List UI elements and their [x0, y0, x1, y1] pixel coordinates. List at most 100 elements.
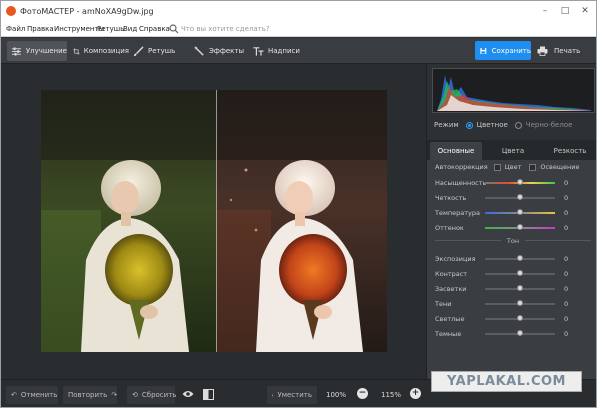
tab-retouch-label: Ретушь [148, 47, 176, 55]
text-icon [253, 46, 264, 56]
image-canvas[interactable] [1, 64, 426, 379]
eye-icon [182, 391, 194, 397]
undo-button[interactable]: ↶ Отменить [6, 386, 58, 404]
autocorrect-color-checkbox[interactable] [493, 163, 501, 171]
redo-icon: ↷ [111, 391, 118, 399]
temperature-value: 0 [564, 209, 569, 217]
temperature-knob[interactable] [517, 209, 523, 215]
fit-button-label: Уместить [277, 391, 312, 399]
menu-edit[interactable]: Правка [27, 25, 54, 33]
tab-composition[interactable]: Композиция [69, 41, 129, 61]
highlights-label: Засветки [435, 285, 467, 293]
mode-color-radio[interactable] [465, 121, 473, 129]
whites-knob[interactable] [517, 315, 523, 321]
minimize-button[interactable]: – [537, 4, 553, 18]
photo-preview[interactable] [41, 90, 387, 352]
tint-knob[interactable] [517, 224, 523, 230]
highlights-value: 0 [564, 285, 569, 293]
close-button[interactable]: ✕ [577, 4, 593, 18]
autocorrect-lighting-checkbox[interactable] [529, 163, 537, 171]
menu-bar: Файл Правка Инструменты Ретушь Вид Справ… [1, 23, 596, 37]
main-toolbar: Улучшение Композиция Ретушь Эффекты Надп… [1, 38, 596, 64]
tone-section-title: Тон [506, 237, 520, 245]
histogram-graph [437, 75, 591, 111]
mode-color-label[interactable]: Цветное [477, 121, 508, 129]
fit-screen-icon [272, 394, 274, 396]
zoom-level: 115% [381, 391, 402, 399]
tab-colors[interactable]: Цвета [487, 142, 539, 160]
zoom-100-button[interactable]: 100% [326, 391, 346, 399]
zoom-out-button[interactable]: − [357, 388, 368, 399]
compare-view-button[interactable] [181, 387, 195, 401]
temperature-label: Температура [435, 209, 480, 217]
zoom-in-button[interactable]: + [410, 388, 421, 399]
sliders-icon [11, 46, 21, 56]
print-button[interactable]: Печать [537, 42, 580, 59]
exposure-knob[interactable] [517, 255, 523, 261]
menu-file[interactable]: Файл [6, 25, 25, 33]
menu-view[interactable]: Вид [123, 25, 137, 33]
tab-retouch[interactable]: Ретушь [129, 41, 184, 61]
reset-icon: ⟲ [132, 391, 138, 399]
contrast-label: Контраст [435, 270, 468, 278]
autocorrection-row: Автокоррекция Цвет Освещение [435, 163, 579, 171]
tab-enhance[interactable]: Улучшение [7, 41, 67, 61]
tab-sharpness[interactable]: Резкость [543, 142, 596, 160]
magic-wand-icon [194, 45, 204, 56]
slider-shadows[interactable]: Тени 0 [435, 299, 593, 309]
autocorrect-lighting-label[interactable]: Освещение [540, 163, 579, 171]
tab-text[interactable]: Надписи [249, 41, 304, 61]
search-input[interactable]: Что вы хотите сделать? [181, 25, 270, 33]
shadows-label: Тени [435, 300, 452, 308]
tab-effects[interactable]: Эффекты [190, 41, 248, 61]
tab-basic[interactable]: Основные [430, 142, 482, 160]
slider-highlights[interactable]: Засветки 0 [435, 284, 593, 294]
color-mode-row: Режим Цветное Черно-белое [434, 121, 572, 129]
slider-whites[interactable]: Светлые 0 [435, 314, 593, 324]
slider-tint[interactable]: Оттенок 0 [435, 223, 593, 233]
exposure-label: Экспозиция [435, 255, 476, 263]
split-view-button[interactable] [201, 387, 215, 401]
blacks-knob[interactable] [517, 330, 523, 336]
tab-enhance-label: Улучшение [25, 47, 67, 55]
fit-button[interactable]: Уместить [267, 386, 317, 404]
clarity-knob[interactable] [517, 194, 523, 200]
menu-retouch[interactable]: Ретушь [97, 25, 124, 33]
app-logo-icon [6, 6, 16, 16]
tone-divider-right [525, 240, 591, 241]
tint-value: 0 [564, 224, 569, 232]
search-icon [169, 24, 179, 34]
save-button[interactable]: Сохранить [475, 41, 531, 60]
watermark-logo: YAPLAKAL.COM [431, 371, 582, 392]
blacks-label: Темные [435, 330, 462, 338]
window-title: ФотоМАСТЕР - amNoXA9gDw.jpg [20, 7, 154, 16]
reset-button[interactable]: ⟲ Сбросить [127, 386, 176, 404]
slider-blacks[interactable]: Темные 0 [435, 329, 593, 339]
app-window: ФотоМАСТЕР - amNoXA9gDw.jpg – □ ✕ Файл П… [0, 0, 597, 408]
mode-bw-radio[interactable] [514, 121, 522, 129]
shadows-knob[interactable] [517, 300, 523, 306]
saturation-value: 0 [564, 179, 569, 187]
adjustments-panel: Режим Цветное Черно-белое Основные Цвета… [426, 64, 596, 379]
saturation-knob[interactable] [517, 179, 523, 185]
mode-bw-label[interactable]: Черно-белое [526, 121, 573, 129]
before-after-divider[interactable] [216, 90, 217, 352]
blacks-value: 0 [564, 330, 569, 338]
slider-contrast[interactable]: Контраст 0 [435, 269, 593, 279]
contrast-value: 0 [564, 270, 569, 278]
slider-temperature[interactable]: Температура 0 [435, 208, 593, 218]
autocorrection-label: Автокоррекция [435, 163, 488, 171]
clarity-value: 0 [564, 194, 569, 202]
print-button-label: Печать [554, 46, 581, 55]
autocorrect-color-label[interactable]: Цвет [505, 163, 522, 171]
slider-saturation[interactable]: Насыщенность 0 [435, 178, 593, 188]
maximize-button[interactable]: □ [557, 4, 573, 18]
highlights-knob[interactable] [517, 285, 523, 291]
redo-button[interactable]: Повторить ↷ [63, 386, 117, 404]
slider-exposure[interactable]: Экспозиция 0 [435, 254, 593, 264]
basic-tab-content: Автокоррекция Цвет Освещение Насыщенност… [427, 160, 596, 379]
slider-clarity[interactable]: Четкость 0 [435, 193, 593, 203]
menu-help[interactable]: Справка [139, 25, 170, 33]
contrast-knob[interactable] [517, 270, 523, 276]
panel-tabs: Основные Цвета Резкость [427, 140, 596, 160]
